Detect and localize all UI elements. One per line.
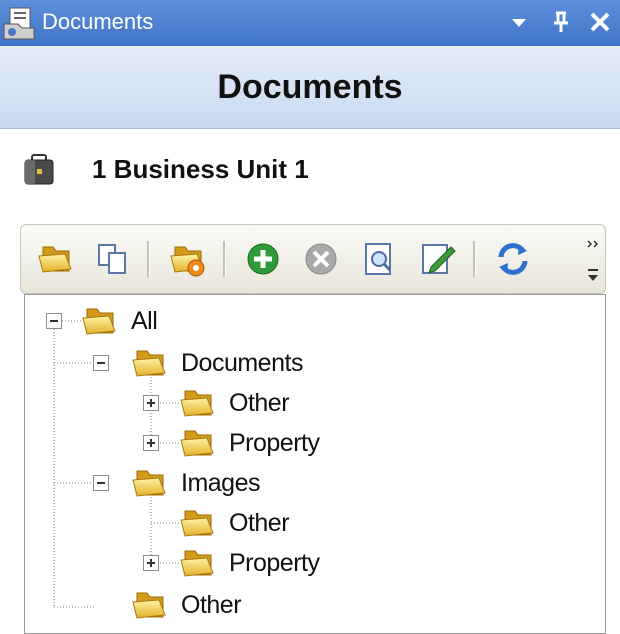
copy-icon[interactable] — [93, 239, 133, 279]
edit-icon[interactable] — [417, 239, 457, 279]
tree-node-label: Other — [229, 389, 290, 417]
tree-node-label: All — [131, 307, 158, 335]
folder-icon — [179, 507, 215, 539]
tree-node-label: Property — [229, 429, 320, 457]
tree-node-documents-other[interactable]: Other — [25, 383, 605, 423]
tree-node-documents-property[interactable]: Property — [25, 423, 605, 463]
folder-icon — [131, 589, 167, 621]
tree-node-label: Images — [181, 469, 260, 497]
collapse-toggle[interactable] — [93, 475, 109, 491]
folder-icon — [131, 347, 167, 379]
folder-icon — [131, 467, 167, 499]
tree-node-other[interactable]: Other — [25, 585, 605, 625]
expand-toggle[interactable] — [143, 435, 159, 451]
add-icon[interactable] — [243, 239, 283, 279]
tree-node-label: Documents — [181, 349, 303, 377]
toolbar-overflow-icon[interactable] — [583, 231, 603, 289]
tree-node-images-other[interactable]: Other — [25, 503, 605, 543]
delete-icon[interactable] — [301, 239, 341, 279]
expand-toggle[interactable] — [143, 395, 159, 411]
close-icon[interactable] — [586, 8, 614, 36]
expand-toggle[interactable] — [143, 555, 159, 571]
tree-node-label: Other — [229, 509, 290, 537]
panel-title: Documents — [42, 9, 154, 34]
folder-settings-icon[interactable] — [167, 239, 207, 279]
folder-icon — [179, 427, 215, 459]
pin-icon[interactable] — [547, 8, 575, 36]
folder-icon — [179, 387, 215, 419]
tree-node-label: Property — [229, 549, 320, 577]
briefcase-icon — [24, 154, 54, 185]
folder-icon — [179, 547, 215, 579]
tree-node-images-property[interactable]: Property — [25, 543, 605, 583]
tree-node-label: Other — [181, 591, 242, 619]
refresh-icon[interactable] — [493, 239, 533, 279]
header-title: Documents — [217, 68, 403, 106]
panel-titlebar: Documents — [0, 0, 620, 46]
panel-header: Documents — [0, 46, 620, 129]
toolbar — [20, 224, 606, 294]
new-folder-icon[interactable] — [35, 239, 75, 279]
tree-node-all[interactable]: All — [25, 301, 605, 341]
folder-tree: All Documents Other Property Images Othe… — [24, 294, 606, 634]
documents-panel-icon — [3, 7, 35, 40]
dropdown-icon[interactable] — [505, 8, 533, 36]
collapse-toggle[interactable] — [93, 355, 109, 371]
tree-node-images[interactable]: Images — [25, 463, 605, 503]
collapse-toggle[interactable] — [46, 313, 62, 329]
business-unit-label: 1 Business Unit 1 — [92, 154, 309, 184]
folder-icon — [81, 305, 117, 337]
preview-icon[interactable] — [359, 239, 399, 279]
tree-node-documents[interactable]: Documents — [25, 343, 605, 383]
